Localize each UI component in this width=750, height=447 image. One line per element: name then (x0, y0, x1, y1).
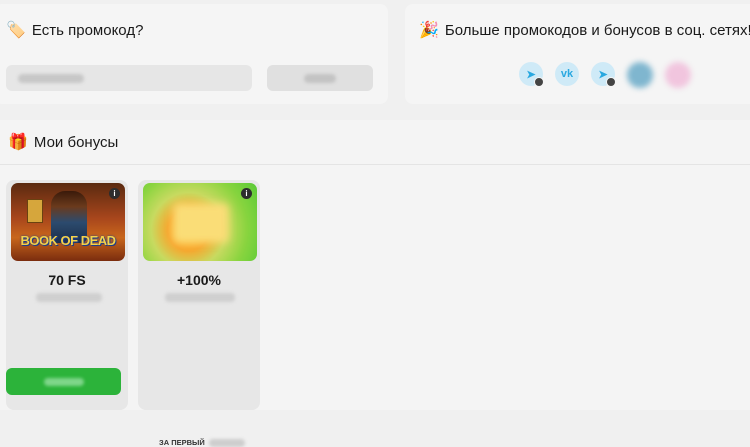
book-image (27, 199, 43, 223)
bonus-image-blurred: i (143, 183, 257, 261)
apply-button-label-blurred (304, 74, 336, 83)
promo-code-card: 🏷️ Есть промокод? (0, 4, 388, 104)
chat-badge-icon (534, 77, 544, 87)
bonus-value: +100% (177, 272, 221, 288)
social-card: 🎉 Больше промокодов и бонусов в соц. сет… (405, 4, 750, 104)
bonuses-title-row: 🎁 Мои бонусы (8, 134, 118, 151)
divider (0, 164, 750, 165)
bonus-description-blurred (165, 293, 235, 302)
promo-title-row: 🏷️ Есть промокод? (6, 22, 143, 39)
activate-bonus-button[interactable] (6, 368, 121, 395)
gift-icon: 🎁 (8, 133, 28, 151)
info-icon[interactable]: i (241, 188, 252, 199)
bonus-value: 70 FS (48, 272, 86, 288)
promo-title: Есть промокод? (31, 22, 144, 39)
bonus-condition-label: ЗА ПЕРВЫЙ (159, 438, 205, 447)
telegram-icon[interactable]: ➤ (591, 62, 616, 87)
blurred-social-icon[interactable] (665, 62, 691, 88)
tag-icon: 🏷️ (6, 21, 26, 39)
party-icon: 🎉 (419, 21, 439, 39)
gift-box-image (173, 203, 229, 243)
bonus-condition-blurred (208, 438, 245, 447)
social-title-row: 🎉 Больше промокодов и бонусов в соц. сет… (419, 22, 750, 39)
blurred-social-icon[interactable] (627, 62, 653, 88)
promo-code-input[interactable] (6, 65, 252, 91)
promo-input-placeholder-blurred (18, 74, 84, 83)
bonus-condition: ЗА ПЕРВЫЙ (159, 438, 245, 447)
apply-promo-button[interactable] (267, 65, 373, 91)
social-title: Больше промокодов и бонусов в соц. сетях… (444, 22, 750, 39)
bonus-card[interactable]: i +100% ЗА ПЕРВЫЙ (138, 180, 260, 447)
bonuses-title: Мои бонусы (33, 134, 119, 151)
megaphone-badge-icon (606, 77, 616, 87)
my-bonuses-section: 🎁 Мои бонусы BOOK OF DEAD i 70 FS i +100… (0, 120, 750, 447)
bonus-description-blurred (36, 293, 102, 302)
info-icon[interactable]: i (109, 188, 120, 199)
activate-button-label-blurred (44, 378, 84, 386)
bonus-image-book-of-dead: BOOK OF DEAD i (11, 183, 125, 261)
social-links: ➤ vk ➤ (519, 62, 691, 88)
telegram-icon[interactable]: ➤ (519, 62, 544, 87)
vk-icon[interactable]: vk (555, 62, 579, 86)
game-logo: BOOK OF DEAD (20, 233, 116, 248)
